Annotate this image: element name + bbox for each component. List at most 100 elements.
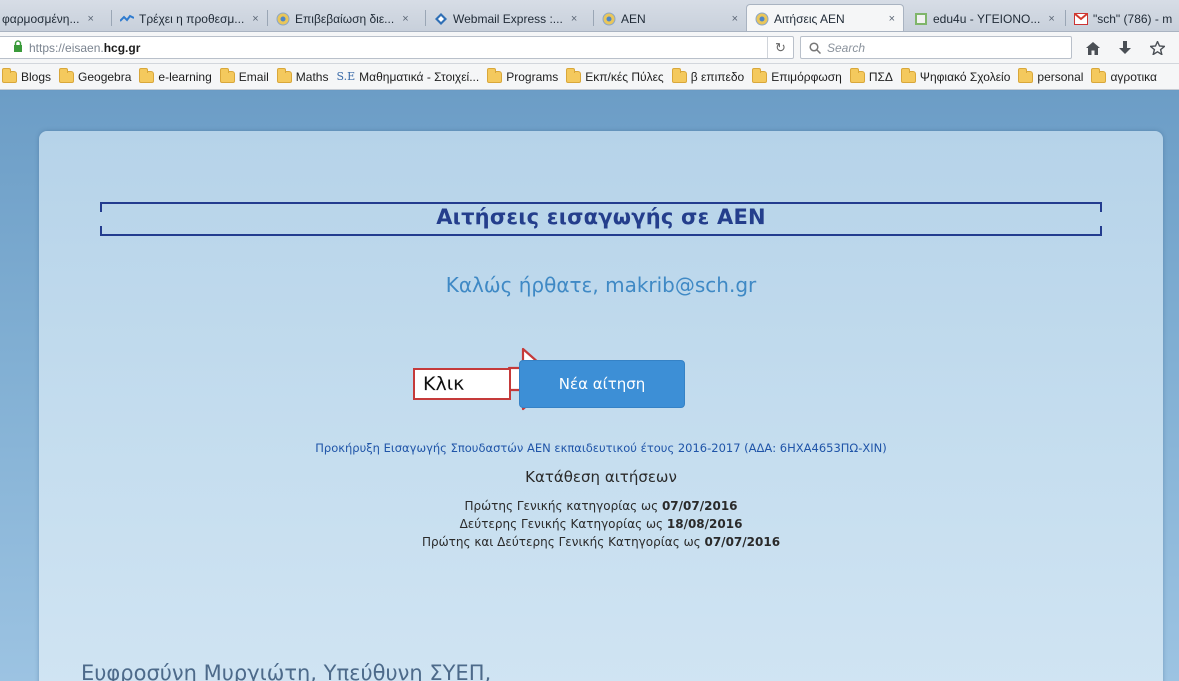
nav-bar: https://eisaen. hcg.gr ↻ Search <box>0 32 1179 64</box>
download-icon[interactable] <box>1116 41 1134 55</box>
deadline-text: Πρώτης και Δεύτερης Γενικής Κατηγορίας ω… <box>421 535 705 549</box>
tab-label: Επιβεβαίωση διε... <box>295 11 395 26</box>
folder-icon <box>59 67 75 83</box>
reload-icon[interactable]: ↻ <box>767 37 793 58</box>
search-placeholder: Search <box>827 40 866 55</box>
bookmark-star-icon[interactable] <box>1148 41 1166 55</box>
folder-icon <box>1091 67 1107 83</box>
deadline-date: 07/07/2016 <box>704 535 781 549</box>
close-icon[interactable]: × <box>402 13 408 25</box>
announcement-link[interactable]: Προκήρυξη Εισαγωγής Σπουδαστών ΑΕΝ εκπαι… <box>39 441 1163 455</box>
tab-6[interactable]: edu4u - ΥΓΕΙΟΝΟ... × <box>906 5 1066 31</box>
chart-icon <box>120 12 134 26</box>
close-icon[interactable]: × <box>889 13 895 25</box>
bookmark-label: Εκπ/κές Πύλες <box>585 69 664 84</box>
address-bar[interactable]: https://eisaen. hcg.gr ↻ <box>0 36 794 59</box>
bookmark-item[interactable]: Επιμόρφωση <box>752 67 842 84</box>
bookmark-label: Ψηφιακό Σχολείο <box>919 69 1011 84</box>
bookmark-item[interactable]: personal <box>1018 67 1084 84</box>
site-icon <box>755 12 769 26</box>
tab-label: ΑΕΝ <box>621 11 646 26</box>
url-host: hcg.gr <box>103 40 141 55</box>
folder-icon <box>219 67 235 83</box>
folder-icon <box>849 67 865 83</box>
tab-label: φαρμοσμένη... <box>2 11 80 26</box>
folder-icon <box>1018 67 1034 83</box>
close-icon[interactable]: × <box>571 13 577 25</box>
folder-icon <box>2 67 17 83</box>
deadline-date: 18/08/2016 <box>666 517 743 531</box>
bookmark-item[interactable]: S.E Μαθηματικά - Στοιχεί... <box>336 70 479 84</box>
bookmark-item[interactable]: ΠΣΔ <box>849 67 893 84</box>
site-icon <box>602 12 616 26</box>
close-icon[interactable]: × <box>1048 13 1054 25</box>
close-icon[interactable]: × <box>732 13 738 25</box>
folder-icon <box>276 67 292 83</box>
click-callout: Κλικ <box>413 368 511 400</box>
bookmark-item[interactable]: Ψηφιακό Σχολείο <box>900 67 1011 84</box>
bookmark-label: e-learning <box>158 69 212 84</box>
deadline-date: 07/07/2016 <box>661 499 738 513</box>
deposit-heading: Κατάθεση αιτήσεων <box>525 468 677 486</box>
bookmark-label: ΠΣΔ <box>868 69 893 84</box>
tab-5[interactable]: Αιτήσεις ΑΕΝ × <box>746 4 904 31</box>
folder-icon <box>752 67 768 83</box>
tab-2[interactable]: Επιβεβαίωση διε... × <box>268 5 426 31</box>
lock-icon <box>13 40 23 55</box>
tab-label: Webmail Express :... <box>453 11 563 26</box>
folder-icon <box>900 67 916 83</box>
main-card: Αιτήσεις εισαγωγής σε ΑΕΝ Καλώς ήρθατε, … <box>39 131 1163 681</box>
gmail-icon <box>1074 12 1088 26</box>
tab-4[interactable]: ΑΕΝ × <box>594 5 746 31</box>
close-icon[interactable]: × <box>252 13 258 25</box>
bookmark-label: Email <box>238 69 269 84</box>
deadline-item: Δεύτερης Γενικής Κατηγορίας ως 18/08/201… <box>39 515 1163 533</box>
tab-3[interactable]: Webmail Express :... × <box>426 5 594 31</box>
welcome-message: Καλώς ήρθατε, makrib@sch.gr <box>445 273 757 297</box>
new-application-button[interactable]: Νέα αίτηση <box>519 360 685 408</box>
bookmark-label: Μαθηματικά - Στοιχεί... <box>359 69 480 84</box>
tab-label: Τρέχει η προθεσμ... <box>139 11 245 26</box>
deadline-text: Πρώτης Γενικής κατηγορίας ως <box>464 499 662 513</box>
bookmark-item[interactable]: Programs <box>487 67 559 84</box>
bookmark-label: Επιμόρφωση <box>771 69 842 84</box>
page-title: Αιτήσεις εισαγωγής σε ΑΕΝ <box>436 205 766 229</box>
bookmark-label: Maths <box>295 69 329 84</box>
bookmark-label: Blogs <box>21 69 52 84</box>
page-content: Αιτήσεις εισαγωγής σε ΑΕΝ Καλώς ήρθατε, … <box>0 91 1179 681</box>
edu-icon <box>914 12 928 26</box>
tab-strip: φαρμοσμένη... × Τρέχει η προθεσμ... × Επ… <box>0 0 1179 32</box>
tab-label: edu4u - ΥΓΕΙΟΝΟ... <box>933 11 1041 26</box>
bookmark-item[interactable]: Geogebra <box>59 67 132 84</box>
home-icon[interactable] <box>1084 41 1102 55</box>
tab-0[interactable]: φαρμοσμένη... × <box>0 5 112 31</box>
deadline-item: Πρώτης Γενικής κατηγορίας ως 07/07/2016 <box>39 497 1163 515</box>
tab-label: "sch" (786) - m <box>1093 11 1173 26</box>
folder-icon <box>487 67 503 83</box>
bookmark-item[interactable]: β επιπεδο <box>671 67 745 84</box>
bookmark-label: β επιπεδο <box>690 69 745 84</box>
site-icon <box>276 12 290 26</box>
tab-label: Αιτήσεις ΑΕΝ <box>774 12 845 26</box>
bookmark-item[interactable]: Maths <box>276 67 329 84</box>
folder-icon <box>139 67 155 83</box>
site-mark-icon: S.E <box>336 70 356 83</box>
deadline-text: Δεύτερης Γενικής Κατηγορίας ως <box>459 517 667 531</box>
bookmark-label: Geogebra <box>78 69 132 84</box>
bookmark-item[interactable]: Εκπ/κές Πύλες <box>566 67 664 84</box>
bookmark-label: Programs <box>506 69 559 84</box>
deadline-item: Πρώτης και Δεύτερης Γενικής Κατηγορίας ω… <box>39 533 1163 551</box>
search-input[interactable]: Search <box>800 36 1072 59</box>
tab-1[interactable]: Τρέχει η προθεσμ... × <box>112 5 268 31</box>
bookmark-label: personal <box>1037 69 1084 84</box>
bookmark-item[interactable]: e-learning <box>139 67 212 84</box>
bookmark-item[interactable]: Email <box>219 67 269 84</box>
bookmarks-bar: Blogs Geogebra e-learning Email Maths S.… <box>0 64 1179 90</box>
deadline-list: Πρώτης Γενικής κατηγορίας ως 07/07/2016 … <box>39 497 1163 551</box>
url-prefix: https://eisaen. <box>29 40 104 55</box>
tab-7[interactable]: "sch" (786) - m <box>1066 5 1179 31</box>
search-icon <box>809 41 821 54</box>
close-icon[interactable]: × <box>87 13 93 25</box>
bookmark-item[interactable]: Blogs <box>2 67 52 84</box>
bookmark-item[interactable]: αγροτικα <box>1091 67 1157 84</box>
